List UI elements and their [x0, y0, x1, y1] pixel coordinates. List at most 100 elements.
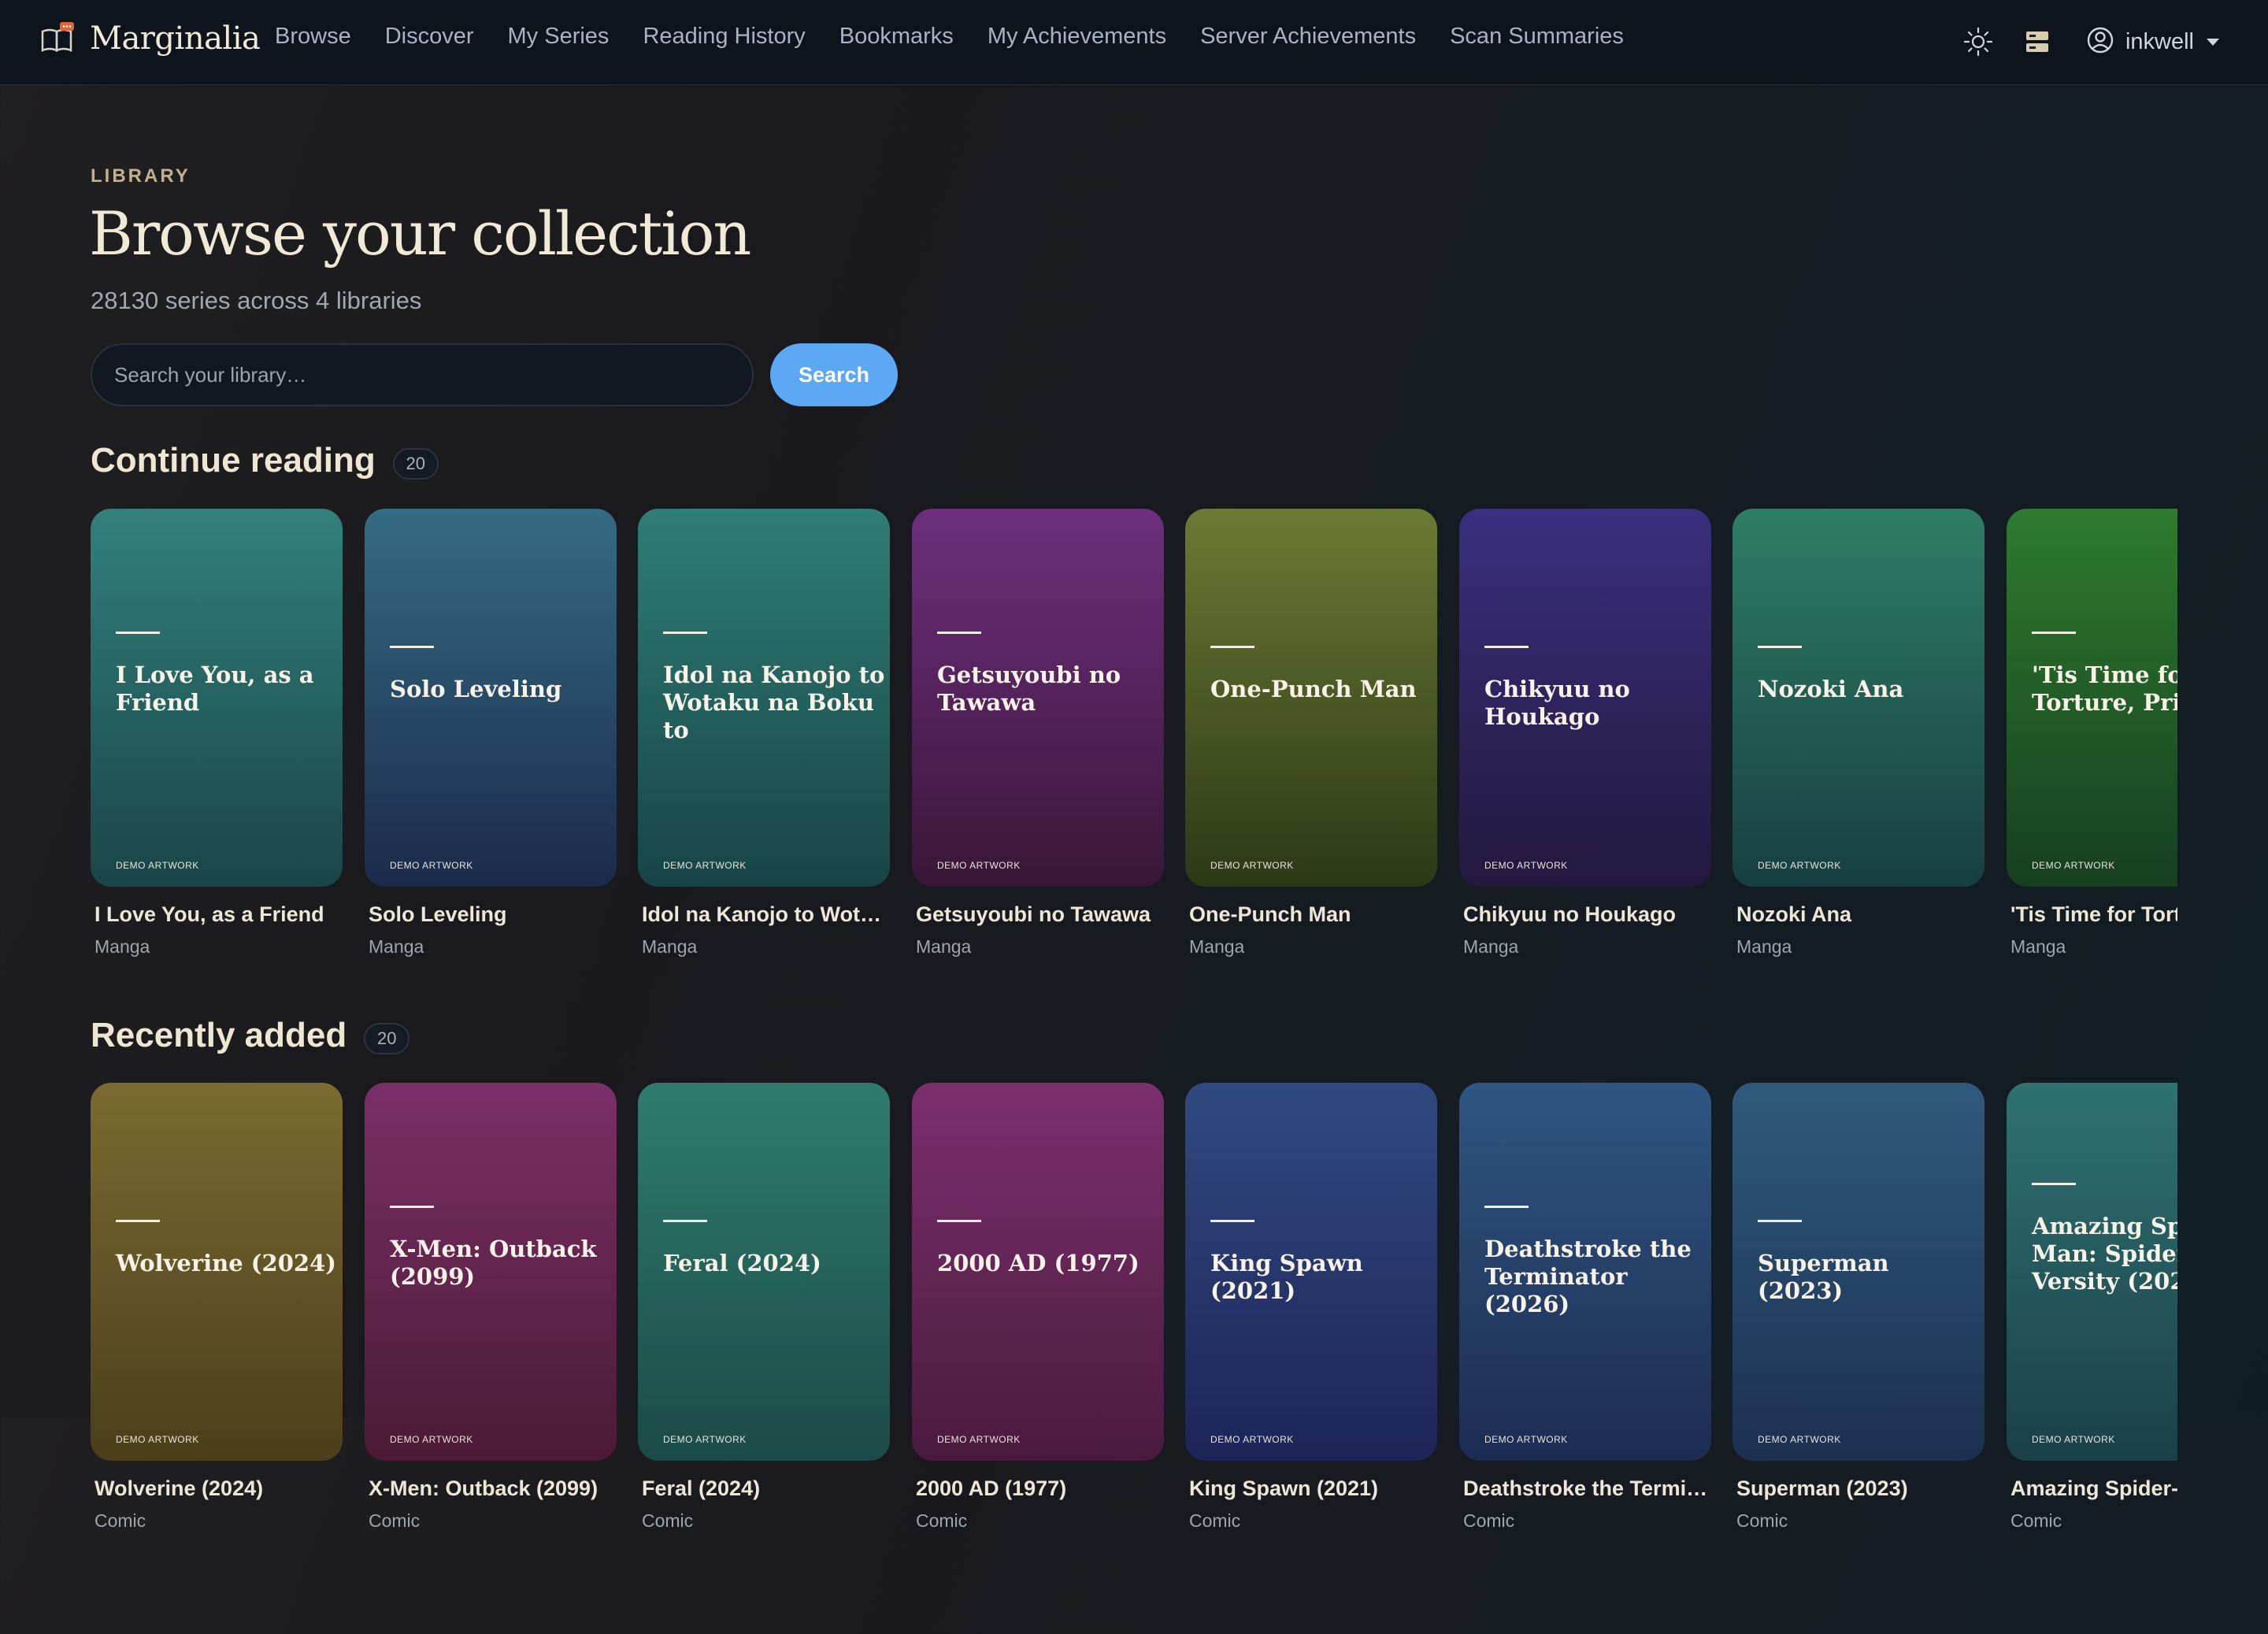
series-card[interactable]: One-Punch Man DEMO ARTWORK One-Punch Man Ma…	[1185, 509, 1437, 958]
series-type: Manga	[1736, 936, 1792, 957]
nav-link-browse[interactable]: Browse	[275, 24, 351, 50]
series-cover[interactable]: Feral (2024) DEMO ARTWORK	[638, 1083, 890, 1461]
cover-rule	[1210, 646, 1254, 648]
continue-reading-header: Continue reading 20	[91, 441, 439, 480]
series-cover[interactable]: Amazing Spider- Man: Spider- Versity (20…	[2007, 1083, 2177, 1461]
book-logo-icon	[39, 20, 76, 57]
demo-artwork-label: DEMO ARTWORK	[2032, 1434, 2115, 1445]
series-card[interactable]: 2000 AD (1977) DEMO ARTWORK 2000 AD (1977)…	[912, 1083, 1164, 1532]
series-name[interactable]: Feral (2024)	[638, 1477, 888, 1501]
user-menu[interactable]: inkwell	[2086, 26, 2219, 58]
series-type: Comic	[2010, 1510, 2062, 1531]
series-cover[interactable]: Deathstroke the Terminator (2026) DEMO AR…	[1459, 1083, 1711, 1461]
page-eyebrow: LIBRARY	[91, 165, 191, 187]
series-card[interactable]: Wolverine (2024) DEMO ARTWORK Wolverine (2…	[91, 1083, 343, 1532]
series-type: Manga	[94, 936, 150, 957]
series-card[interactable]: 'Tis Time for Torture, Princess DEMO ARTW…	[2007, 509, 2177, 958]
series-name[interactable]: 2000 AD (1977)	[912, 1477, 1162, 1501]
series-type: Manga	[1189, 936, 1245, 957]
series-name[interactable]: X-Men: Outback (2099)	[365, 1477, 614, 1501]
series-name[interactable]: Idol na Kanojo to Wotaku na Boku to	[638, 902, 888, 927]
series-card[interactable]: I Love You, as a Friend DEMO ARTWORK I Lov…	[91, 509, 343, 958]
search-button[interactable]: Search	[770, 343, 898, 406]
series-card[interactable]: Idol na Kanojo to Wotaku na Boku to DEMO …	[638, 509, 890, 958]
nav-link-my-achievements[interactable]: My Achievements	[988, 24, 1166, 50]
series-card[interactable]: Getsuyoubi no Tawawa DEMO ARTWORK Getsuyou…	[912, 509, 1164, 958]
brand-name: Marginalia	[90, 20, 261, 57]
series-name[interactable]: Chikyuu no Houkago	[1459, 902, 1709, 927]
series-cover[interactable]: Chikyuu no Houkago DEMO ARTWORK	[1459, 509, 1711, 887]
demo-artwork-label: DEMO ARTWORK	[390, 1434, 473, 1445]
nav-link-bookmarks[interactable]: Bookmarks	[839, 24, 954, 50]
series-type: Comic	[1736, 1510, 1788, 1531]
nav-link-my-series[interactable]: My Series	[508, 24, 610, 50]
username: inkwell	[2125, 28, 2194, 54]
demo-artwork-label: DEMO ARTWORK	[937, 860, 1021, 871]
series-type: Manga	[642, 936, 698, 957]
series-cover[interactable]: One-Punch Man DEMO ARTWORK	[1185, 509, 1437, 887]
series-name[interactable]: One-Punch Man	[1185, 902, 1435, 927]
nav-link-discover[interactable]: Discover	[385, 24, 474, 50]
cover-title: 'Tis Time for Torture, Princess	[2032, 661, 2177, 716]
nav-link-scan-summaries[interactable]: Scan Summaries	[1450, 24, 1624, 50]
cover-title: Chikyuu no Houkago	[1484, 676, 1630, 730]
series-card[interactable]: King Spawn (2021) DEMO ARTWORK King Spawn …	[1185, 1083, 1437, 1532]
top-navbar: Marginalia Browse Discover My Series Rea…	[0, 0, 2268, 85]
series-type: Manga	[1463, 936, 1519, 957]
series-cover[interactable]: I Love You, as a Friend DEMO ARTWORK	[91, 509, 343, 887]
series-name[interactable]: Nozoki Ana	[1732, 902, 1982, 927]
demo-artwork-label: DEMO ARTWORK	[1484, 1434, 1568, 1445]
section-title: Continue reading	[91, 441, 376, 480]
cover-title: One-Punch Man	[1210, 676, 1417, 702]
series-cover[interactable]: Getsuyoubi no Tawawa DEMO ARTWORK	[912, 509, 1164, 887]
series-card[interactable]: Solo Leveling DEMO ARTWORK Solo Leveling Ma…	[365, 509, 617, 958]
server-icon[interactable]	[2018, 22, 2057, 61]
cover-title: 2000 AD (1977)	[937, 1250, 1140, 1276]
count-badge: 20	[364, 1023, 410, 1054]
series-card[interactable]: Chikyuu no Houkago DEMO ARTWORK Chikyuu no…	[1459, 509, 1711, 958]
series-name[interactable]: Wolverine (2024)	[91, 1477, 340, 1501]
series-cover[interactable]: Idol na Kanojo to Wotaku na Boku to DEMO …	[638, 509, 890, 887]
cover-title: Wolverine (2024)	[116, 1250, 336, 1276]
sun-icon[interactable]	[1959, 22, 1998, 61]
series-name[interactable]: Getsuyoubi no Tawawa	[912, 902, 1162, 927]
series-card[interactable]: Amazing Spider- Man: Spider- Versity (20…	[2007, 1083, 2177, 1532]
series-cover[interactable]: Nozoki Ana DEMO ARTWORK	[1732, 509, 1984, 887]
series-name[interactable]: Solo Leveling	[365, 902, 614, 927]
series-card[interactable]: Feral (2024) DEMO ARTWORK Feral (2024) Comi…	[638, 1083, 890, 1532]
series-type: Comic	[94, 1510, 146, 1531]
series-cover[interactable]: Superman (2023) DEMO ARTWORK	[1732, 1083, 1984, 1461]
demo-artwork-label: DEMO ARTWORK	[116, 860, 199, 871]
series-type: Comic	[369, 1510, 421, 1531]
cover-rule	[2032, 632, 2076, 634]
recently-added-row: Wolverine (2024) DEMO ARTWORK Wolverine (2…	[91, 1083, 2177, 1634]
demo-artwork-label: DEMO ARTWORK	[2032, 860, 2115, 871]
user-circle-icon	[2086, 26, 2114, 58]
series-cover[interactable]: X-Men: Outback (2099) DEMO ARTWORK	[365, 1083, 617, 1461]
series-card[interactable]: Superman (2023) DEMO ARTWORK Superman (202…	[1732, 1083, 1984, 1532]
series-name[interactable]: King Spawn (2021)	[1185, 1477, 1435, 1501]
search-input[interactable]	[91, 343, 754, 406]
demo-artwork-label: DEMO ARTWORK	[116, 1434, 199, 1445]
series-card[interactable]: Deathstroke the Terminator (2026) DEMO AR…	[1459, 1083, 1711, 1532]
nav-link-reading-history[interactable]: Reading History	[643, 24, 805, 50]
demo-artwork-label: DEMO ARTWORK	[1210, 860, 1294, 871]
series-name[interactable]: Deathstroke the Terminator (2026)	[1459, 1477, 1709, 1501]
series-name[interactable]: 'Tis Time for Torture, Princess	[2007, 902, 2177, 927]
series-card[interactable]: Nozoki Ana DEMO ARTWORK Nozoki Ana Manga	[1732, 509, 1984, 958]
series-cover[interactable]: King Spawn (2021) DEMO ARTWORK	[1185, 1083, 1437, 1461]
nav-link-server-achievements[interactable]: Server Achievements	[1200, 24, 1416, 50]
cover-rule	[1758, 646, 1802, 648]
series-cover[interactable]: Solo Leveling DEMO ARTWORK	[365, 509, 617, 887]
cover-title: Getsuyoubi no Tawawa	[937, 661, 1121, 716]
cover-rule	[116, 1220, 160, 1222]
series-name[interactable]: Amazing Spider-Man: Spider-Versity (2026…	[2007, 1477, 2177, 1501]
series-type: Comic	[916, 1510, 968, 1531]
series-card[interactable]: X-Men: Outback (2099) DEMO ARTWORK X-Men: …	[365, 1083, 617, 1532]
series-cover[interactable]: 'Tis Time for Torture, Princess DEMO ARTW…	[2007, 509, 2177, 887]
series-cover[interactable]: Wolverine (2024) DEMO ARTWORK	[91, 1083, 343, 1461]
brand[interactable]: Marginalia	[39, 20, 261, 57]
series-name[interactable]: Superman (2023)	[1732, 1477, 1982, 1501]
series-cover[interactable]: 2000 AD (1977) DEMO ARTWORK	[912, 1083, 1164, 1461]
series-name[interactable]: I Love You, as a Friend	[91, 902, 340, 927]
